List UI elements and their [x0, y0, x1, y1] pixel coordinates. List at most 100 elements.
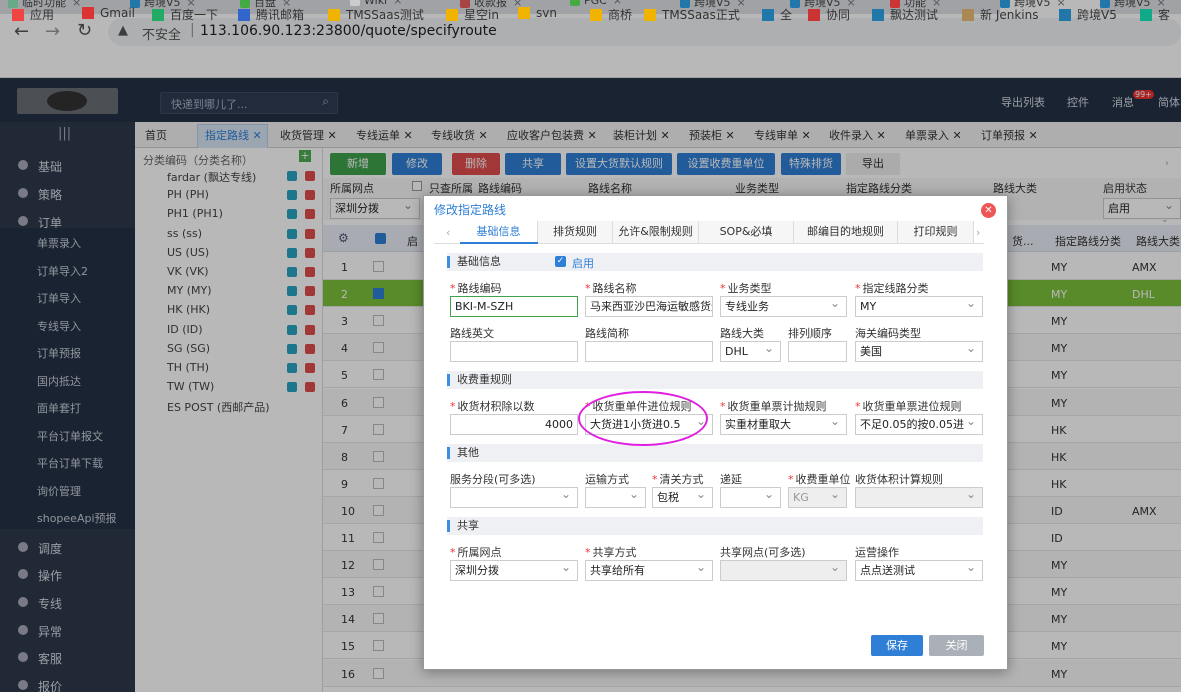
bookmark-item[interactable]: 新 Jenkins — [962, 6, 1038, 23]
required-marker: * — [450, 282, 456, 295]
modal-title: 修改指定路线 — [434, 203, 507, 217]
field-delay-select[interactable] — [720, 487, 781, 508]
bookmark-item[interactable]: TMSSaas测试 — [328, 6, 424, 23]
field-share-station-select[interactable] — [720, 560, 847, 581]
section-other: 其他 — [447, 444, 983, 462]
field-label-transport: 运输方式 — [585, 473, 629, 486]
field-charge-unit-select[interactable]: KG — [788, 487, 847, 508]
field-charge-calc-select[interactable]: 实重材重取大 — [720, 414, 847, 435]
enable-checkbox[interactable]: ✓ — [555, 256, 566, 267]
field-route-code-input[interactable]: BKI-M-SZH — [450, 296, 578, 317]
bookmark-icon — [590, 9, 602, 21]
field-share-mode-select[interactable]: 共享给所有 — [585, 560, 713, 581]
required-marker: * — [720, 400, 726, 413]
highlight-circle — [578, 391, 708, 446]
bookmark-icon — [12, 9, 24, 21]
field-route-category-select[interactable]: MY — [855, 296, 983, 317]
field-label-charge-calc: * 收货重单票计抛规则 — [720, 400, 827, 413]
bookmark-item[interactable]: 飘达测试 — [872, 6, 938, 23]
field-label-share-station: 共享网点(可多选) — [720, 546, 806, 559]
field-label-station: * 所属网点 — [450, 546, 502, 559]
bookmark-icon — [82, 7, 94, 19]
bookmark-icon — [1140, 9, 1152, 21]
bookmark-item[interactable]: svn — [518, 6, 557, 20]
modal-tab[interactable]: SOP&必填 — [699, 221, 794, 243]
field-label-route-big: 路线大类 — [720, 327, 764, 340]
field-label-volume-rule: 收货体积计算规则 — [855, 473, 943, 486]
section-charge-weight: 收费重规则 — [447, 371, 983, 389]
bookmark-item[interactable]: 应用 — [12, 6, 54, 23]
field-route-name-input[interactable]: 马来西亚沙巴海运敏感货运 — [585, 296, 713, 317]
field-station-select[interactable]: 深圳分拨 — [450, 560, 578, 581]
bookmark-icon — [808, 9, 820, 21]
field-label-route-code: * 路线编码 — [450, 282, 502, 295]
field-transport-select[interactable] — [585, 487, 646, 508]
bookmark-item[interactable]: TMSSaas正式 — [644, 6, 740, 23]
tabs-next-icon[interactable]: › — [976, 226, 980, 239]
bookmark-icon — [962, 9, 974, 21]
bookmark-icon — [1059, 9, 1071, 21]
modal-tab[interactable]: 基础信息 — [460, 221, 538, 243]
field-label-order: 排列顺序 — [788, 327, 832, 340]
field-label-route-short: 路线简称 — [585, 327, 629, 340]
bookmark-icon — [152, 9, 164, 21]
required-marker: * — [788, 473, 794, 486]
bookmark-item[interactable]: 全 — [762, 6, 792, 23]
field-route-short-input[interactable] — [585, 341, 713, 362]
required-marker: * — [450, 400, 456, 413]
field-label-volume-divisor: * 收货材积除以数 — [450, 400, 535, 413]
bookmark-icon — [328, 9, 340, 21]
field-label-operation: 运营操作 — [855, 546, 899, 559]
field-label-customs-code-type: 海关编码类型 — [855, 327, 921, 340]
tab-favicon-icon — [570, 0, 580, 6]
modal-tab[interactable]: 邮编目的地规则 — [794, 221, 898, 243]
close-button[interactable]: 关闭 — [929, 635, 984, 656]
bookmark-item[interactable]: 跨境V5 — [1059, 6, 1117, 23]
bookmark-item[interactable]: 客 — [1140, 6, 1170, 23]
bookmark-item[interactable]: 百度一下 — [152, 6, 218, 23]
field-operation-select[interactable]: 点点送测试 — [855, 560, 983, 581]
required-marker: * — [855, 400, 861, 413]
field-label-delay: 递延 — [720, 473, 742, 486]
bookmark-item[interactable]: 星空in — [446, 6, 499, 23]
section-share: 共享 — [447, 517, 983, 535]
tab-close-icon[interactable]: × — [72, 0, 81, 9]
field-label-customs-mode: * 清关方式 — [652, 473, 704, 486]
modal-tab[interactable]: 允许&限制规则 — [613, 221, 699, 243]
field-customs-code-type-select[interactable]: 美国 — [855, 341, 983, 362]
field-volume-divisor-input[interactable]: 4000 — [450, 414, 578, 435]
required-marker: * — [652, 473, 658, 486]
field-service-segment-select[interactable] — [450, 487, 578, 508]
bookmark-item[interactable]: 商桥 — [590, 6, 632, 23]
field-route-big-select[interactable]: DHL — [720, 341, 781, 362]
required-marker: * — [585, 282, 591, 295]
field-label-service-segment: 服务分段(可多选) — [450, 473, 536, 486]
field-volume-rule-select[interactable] — [855, 487, 983, 508]
tabs-prev-icon[interactable]: ‹ — [446, 226, 450, 239]
bookmark-item[interactable]: 腾讯邮箱 — [238, 6, 304, 23]
field-label-route-category: * 指定线路分类 — [855, 282, 929, 295]
bookmark-icon — [518, 7, 530, 19]
bookmark-icon — [238, 9, 250, 21]
field-label-share-mode: * 共享方式 — [585, 546, 637, 559]
field-label-route-en: 路线英文 — [450, 327, 494, 340]
required-marker: * — [720, 282, 726, 295]
field-business-type-select[interactable]: 专线业务 — [720, 296, 847, 317]
section-basic-info: 基础信息 — [447, 253, 983, 271]
save-button[interactable]: 保存 — [871, 635, 923, 656]
modal-tab[interactable]: 排货规则 — [538, 221, 613, 243]
bookmark-item[interactable]: 协同 — [808, 6, 850, 23]
modal-tab[interactable]: 打印规则 — [898, 221, 974, 243]
field-order-input[interactable] — [788, 341, 847, 362]
bookmark-icon — [446, 9, 458, 21]
field-label-charge-unit: * 收费重单位 — [788, 473, 851, 486]
field-label-business-type: * 业务类型 — [720, 282, 772, 295]
field-label-route-name: * 路线名称 — [585, 282, 637, 295]
field-route-en-input[interactable] — [450, 341, 578, 362]
modal-close-icon[interactable]: ✕ — [981, 203, 996, 218]
bookmark-icon — [762, 9, 774, 21]
field-charge-carry-select[interactable]: 不足0.05的按0.05进 — [855, 414, 983, 435]
field-customs-mode-select[interactable]: 包税 — [652, 487, 713, 508]
bookmark-icon — [644, 9, 656, 21]
bookmark-item[interactable]: Gmail — [82, 6, 135, 20]
